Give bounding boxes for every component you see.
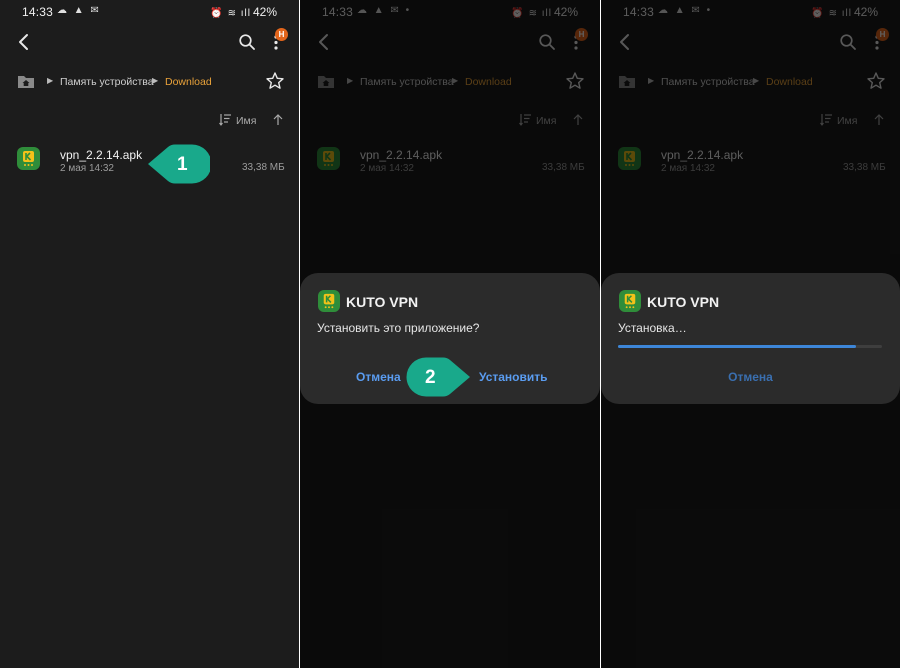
search-icon: [239, 34, 255, 50]
file-manager-screen: 14:33 ☁ ▲ ✉ ⏰ ≋ ıll 42% Н ▶ Память устрой…: [0, 0, 299, 668]
search-button[interactable]: [238, 33, 256, 51]
dialog-app-name: KUTO VPN: [647, 294, 720, 310]
breadcrumb: ▶ Память устройства ▶ Download: [0, 71, 299, 95]
install-prompt-screen: 14:33 ☁ ▲ ✉ • ⏰ ≋ ıll42% Н ▶ Память устр…: [300, 0, 600, 668]
star-icon: [266, 72, 284, 89]
back-arrow-icon: [19, 34, 28, 50]
file-name: vpn_2.2.14.apk: [60, 148, 143, 162]
install-progress-bar: [618, 345, 882, 348]
kuto-vpn-app-icon: [619, 290, 641, 312]
kuto-vpn-app-icon: [318, 290, 340, 312]
installing-dialog: KUTO VPN Установка… Отмена: [601, 273, 900, 404]
callout-arrow-shape: [406, 357, 470, 397]
installing-screen: 14:33 ☁ ▲ ✉ • ⏰ ≋ ıll42% Н ▶ Память устр…: [601, 0, 900, 668]
dialog-app-name: KUTO VPN: [346, 294, 419, 310]
step-2-callout: 2: [406, 356, 472, 403]
sort-icon[interactable]: [219, 113, 232, 126]
breadcrumb-arrow-icon: ▶: [152, 76, 159, 85]
status-right: ⏰ ≋ ıll42%: [210, 5, 277, 19]
alarm-wifi-signal-icons: ⏰ ≋ ıll: [210, 8, 251, 19]
apk-app-icon: [17, 147, 40, 170]
step-1-number: 1: [177, 154, 188, 175]
battery-level: 42%: [252, 5, 277, 19]
sort-label[interactable]: Имя: [236, 115, 256, 127]
favorite-button[interactable]: [265, 71, 285, 91]
back-button[interactable]: [14, 30, 36, 54]
screenshot-stage: 14:33 ☁ ▲ ✉ ⏰ ≋ ıll 42% Н ▶ Память устрой…: [0, 0, 900, 668]
notification-badge: Н: [275, 28, 288, 41]
breadcrumb-root[interactable]: Память устройства: [60, 76, 154, 88]
status-time: 14:33: [22, 5, 54, 19]
install-button[interactable]: Установить: [479, 370, 548, 384]
file-date: 2 мая 14:32: [60, 163, 114, 174]
installing-status: Установка…: [618, 321, 687, 335]
cancel-button[interactable]: Отмена: [601, 370, 900, 384]
cancel-button[interactable]: Отмена: [356, 370, 401, 384]
step-1-callout: 1: [146, 143, 212, 190]
notification-icons: ☁ ▲ ✉: [57, 5, 101, 16]
breadcrumb-current[interactable]: Download: [165, 76, 212, 88]
breadcrumb-arrow-icon: ▶: [47, 76, 54, 85]
step-2-number: 2: [425, 367, 436, 388]
install-progress-fill: [618, 345, 856, 348]
sort-bar: Имя: [0, 112, 299, 130]
home-folder-icon[interactable]: [17, 73, 35, 89]
app-bar: Н: [0, 28, 299, 58]
status-bar: 14:33 ☁ ▲ ✉ ⏰ ≋ ıll 42%: [0, 0, 299, 22]
file-size: 33,38 МБ: [242, 162, 285, 173]
dialog-question: Установить это приложение?: [317, 321, 480, 335]
sort-direction-icon[interactable]: [272, 113, 284, 126]
